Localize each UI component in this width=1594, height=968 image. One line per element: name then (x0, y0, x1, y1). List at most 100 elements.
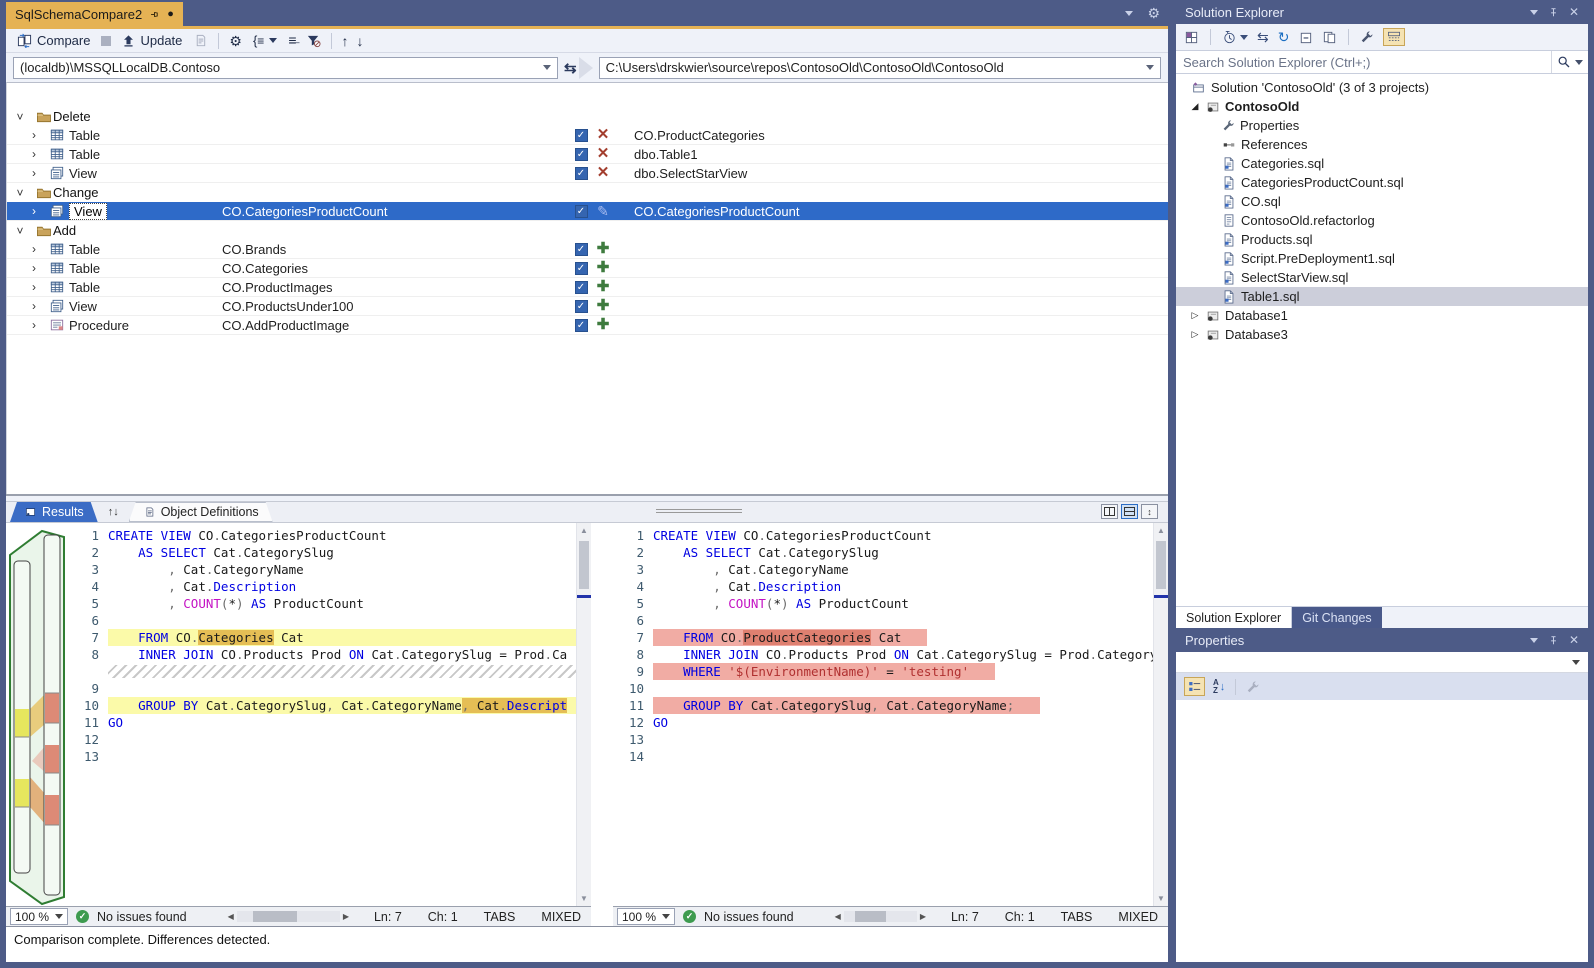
schema-diff-row[interactable]: ›Table✓✕CO.ProductCategories (7, 126, 1168, 145)
tree-item-co-sql[interactable]: CO.sql (1176, 192, 1588, 211)
tree-item-database3[interactable]: ▷Database3 (1176, 325, 1588, 344)
schema-diff-group-add[interactable]: ˅Add (7, 221, 1168, 240)
tree-item-selectstarview-sql[interactable]: SelectStarView.sql (1176, 268, 1588, 287)
expand-chevron-icon[interactable]: › (7, 147, 47, 161)
options-gear-icon[interactable]: ⚙ (229, 34, 242, 48)
sort-options-icon[interactable]: ≡– (288, 33, 297, 49)
tree-item-categoriesproductcount-sql[interactable]: CategoriesProductCount.sql (1176, 173, 1588, 192)
tree-item-contosoold[interactable]: ◢ContosoOld (1176, 97, 1588, 116)
schema-diff-row[interactable]: ›ViewCO.ProductsUnder100✓✚ (7, 297, 1168, 316)
right-vertical-scrollbar[interactable]: ▲ ▼ (1153, 523, 1168, 906)
source-database-dropdown[interactable]: (localdb)\MSSQLLocalDB.Contoso (13, 57, 558, 79)
tab-solution-explorer[interactable]: Solution Explorer (1176, 607, 1292, 628)
schema-diff-row[interactable]: ›ViewCO.CategoriesProductCount✓✎CO.Categ… (7, 202, 1168, 221)
group-results-dropdown[interactable]: {≡ (250, 32, 280, 49)
tree-item-database1[interactable]: ▷Database1 (1176, 306, 1588, 325)
expand-chevron-icon[interactable]: › (7, 242, 47, 256)
pin-icon[interactable] (1548, 7, 1559, 18)
expand-chevron-icon[interactable]: › (7, 299, 47, 313)
collapse-chevron-icon[interactable]: ˅ (7, 186, 33, 200)
expand-chevron-icon[interactable]: › (7, 261, 47, 275)
alphabetical-sort-icon[interactable]: AZ↓ (1213, 679, 1225, 695)
schema-diff-group-change[interactable]: ˅Change (7, 183, 1168, 202)
type-cell[interactable]: View (69, 203, 107, 220)
target-code-pane[interactable]: 1234567891011121314 CREATE VIEW CO.Categ… (613, 523, 1168, 906)
tab-object-definitions[interactable]: Object Definitions (129, 502, 273, 522)
schema-diff-row[interactable]: ›TableCO.Brands✓✚ (7, 240, 1168, 259)
scroll-up-icon[interactable]: ▲ (1154, 523, 1168, 538)
tree-item-categories-sql[interactable]: Categories.sql (1176, 154, 1588, 173)
document-well-gear-icon[interactable]: ⚙ (1147, 6, 1160, 20)
preview-selected-items-icon[interactable] (1322, 30, 1337, 45)
vertical-split-button[interactable] (1101, 504, 1118, 519)
expand-chevron-icon[interactable]: › (7, 318, 47, 332)
include-checkbox[interactable]: ✓ (575, 262, 588, 275)
pin-icon[interactable] (1548, 635, 1559, 646)
right-zoom-dropdown[interactable]: 100 % (617, 908, 675, 925)
window-position-chevron-icon[interactable] (1530, 10, 1538, 15)
left-vertical-scrollbar[interactable]: ▲ ▼ (576, 523, 591, 906)
expand-chevron-icon[interactable]: › (7, 128, 47, 142)
include-checkbox[interactable]: ✓ (575, 319, 588, 332)
include-checkbox[interactable]: ✓ (575, 148, 588, 161)
pane-drag-grip[interactable] (656, 509, 742, 513)
schema-diff-group-delete[interactable]: ˅Delete (7, 107, 1168, 126)
tree-item-products-sql[interactable]: Products.sql (1176, 230, 1588, 249)
collapsed-arrow-icon[interactable]: ▷ (1189, 310, 1201, 321)
solution-explorer-search[interactable]: Search Solution Explorer (Ctrl+;) (1176, 51, 1588, 74)
compare-button[interactable]: Compare (14, 32, 93, 49)
pin-icon[interactable] (149, 9, 160, 20)
close-icon[interactable]: ✕ (1569, 633, 1579, 647)
collapse-chevron-icon[interactable]: ˅ (7, 224, 33, 238)
scroll-down-icon[interactable]: ▼ (1154, 891, 1168, 906)
scroll-down-icon[interactable]: ▼ (577, 891, 591, 906)
swap-source-target-icon[interactable]: ⇆ (564, 59, 577, 77)
properties-title-bar[interactable]: Properties ✕ (1176, 628, 1588, 652)
collapse-chevron-icon[interactable]: ˅ (7, 110, 33, 124)
update-button[interactable]: Update (119, 32, 185, 49)
expand-chevron-icon[interactable]: › (7, 204, 47, 218)
include-checkbox[interactable]: ✓ (575, 300, 588, 313)
pending-changes-filter-icon[interactable] (1222, 30, 1248, 45)
include-checkbox[interactable]: ✓ (575, 167, 588, 180)
horizontal-split-button[interactable] (1121, 504, 1138, 519)
categorized-icon[interactable] (1184, 677, 1205, 696)
sync-selection-icon[interactable]: ⇆ (1257, 30, 1269, 44)
right-horizontal-scrollbar[interactable]: ◀▶ (832, 907, 929, 926)
scroll-up-icon[interactable]: ▲ (577, 523, 591, 538)
tab-list-chevron-icon[interactable] (1125, 11, 1133, 16)
schema-diff-row[interactable]: ›TableCO.Categories✓✚ (7, 259, 1168, 278)
expand-chevron-icon[interactable]: › (7, 166, 47, 180)
source-code-pane[interactable]: 12345678910111213 CREATE VIEW CO.Categor… (68, 523, 591, 906)
tree-item-solution[interactable]: Solution 'ContosoOld' (3 of 3 projects) (1176, 78, 1588, 97)
tab-results[interactable]: Results (10, 502, 98, 522)
include-checkbox[interactable]: ✓ (575, 281, 588, 294)
schema-diff-row[interactable]: ›TableCO.ProductImages✓✚ (7, 278, 1168, 297)
diff-overview-map[interactable] (6, 523, 68, 906)
tab-sqlschemacompare2[interactable]: SqlSchemaCompare2 ● (6, 2, 183, 26)
target-project-dropdown[interactable]: C:\Users\drskwier\source\repos\ContosoOl… (599, 57, 1161, 79)
switch-views-icon[interactable] (1184, 30, 1199, 45)
tree-item-references[interactable]: References (1176, 135, 1588, 154)
tree-item-contosoold-refactorlog[interactable]: ContosoOld.refactorlog (1176, 211, 1588, 230)
properties-object-dropdown[interactable] (1176, 652, 1588, 673)
close-icon[interactable]: ✕ (1569, 5, 1579, 19)
search-icon[interactable] (1557, 55, 1571, 69)
tree-item-properties[interactable]: Properties (1176, 116, 1588, 135)
left-horizontal-scrollbar[interactable]: ◀▶ (225, 907, 352, 926)
sort-order-button[interactable]: ↑↓ (98, 502, 129, 522)
schema-diff-row[interactable]: ›ProcedureCO.AddProductImage✓✚ (7, 316, 1168, 335)
next-difference-icon[interactable]: ↓ (357, 34, 364, 48)
properties-wrench-icon[interactable] (1360, 30, 1374, 44)
left-zoom-dropdown[interactable]: 100 % (10, 908, 68, 925)
swap-panes-button[interactable]: ↕ (1141, 504, 1158, 519)
schema-diff-row[interactable]: ›Table✓✕dbo.Table1 (7, 145, 1168, 164)
tree-item-script-predeployment1-sql[interactable]: Script.PreDeployment1.sql (1176, 249, 1588, 268)
expanded-arrow-icon[interactable]: ◢ (1189, 101, 1201, 112)
include-checkbox[interactable]: ✓ (575, 243, 588, 256)
horizontal-splitter[interactable] (6, 494, 1168, 502)
include-checkbox[interactable]: ✓ (575, 129, 588, 142)
search-options-chevron-icon[interactable] (1575, 60, 1583, 65)
window-position-chevron-icon[interactable] (1530, 638, 1538, 643)
collapsed-arrow-icon[interactable]: ▷ (1189, 329, 1201, 340)
